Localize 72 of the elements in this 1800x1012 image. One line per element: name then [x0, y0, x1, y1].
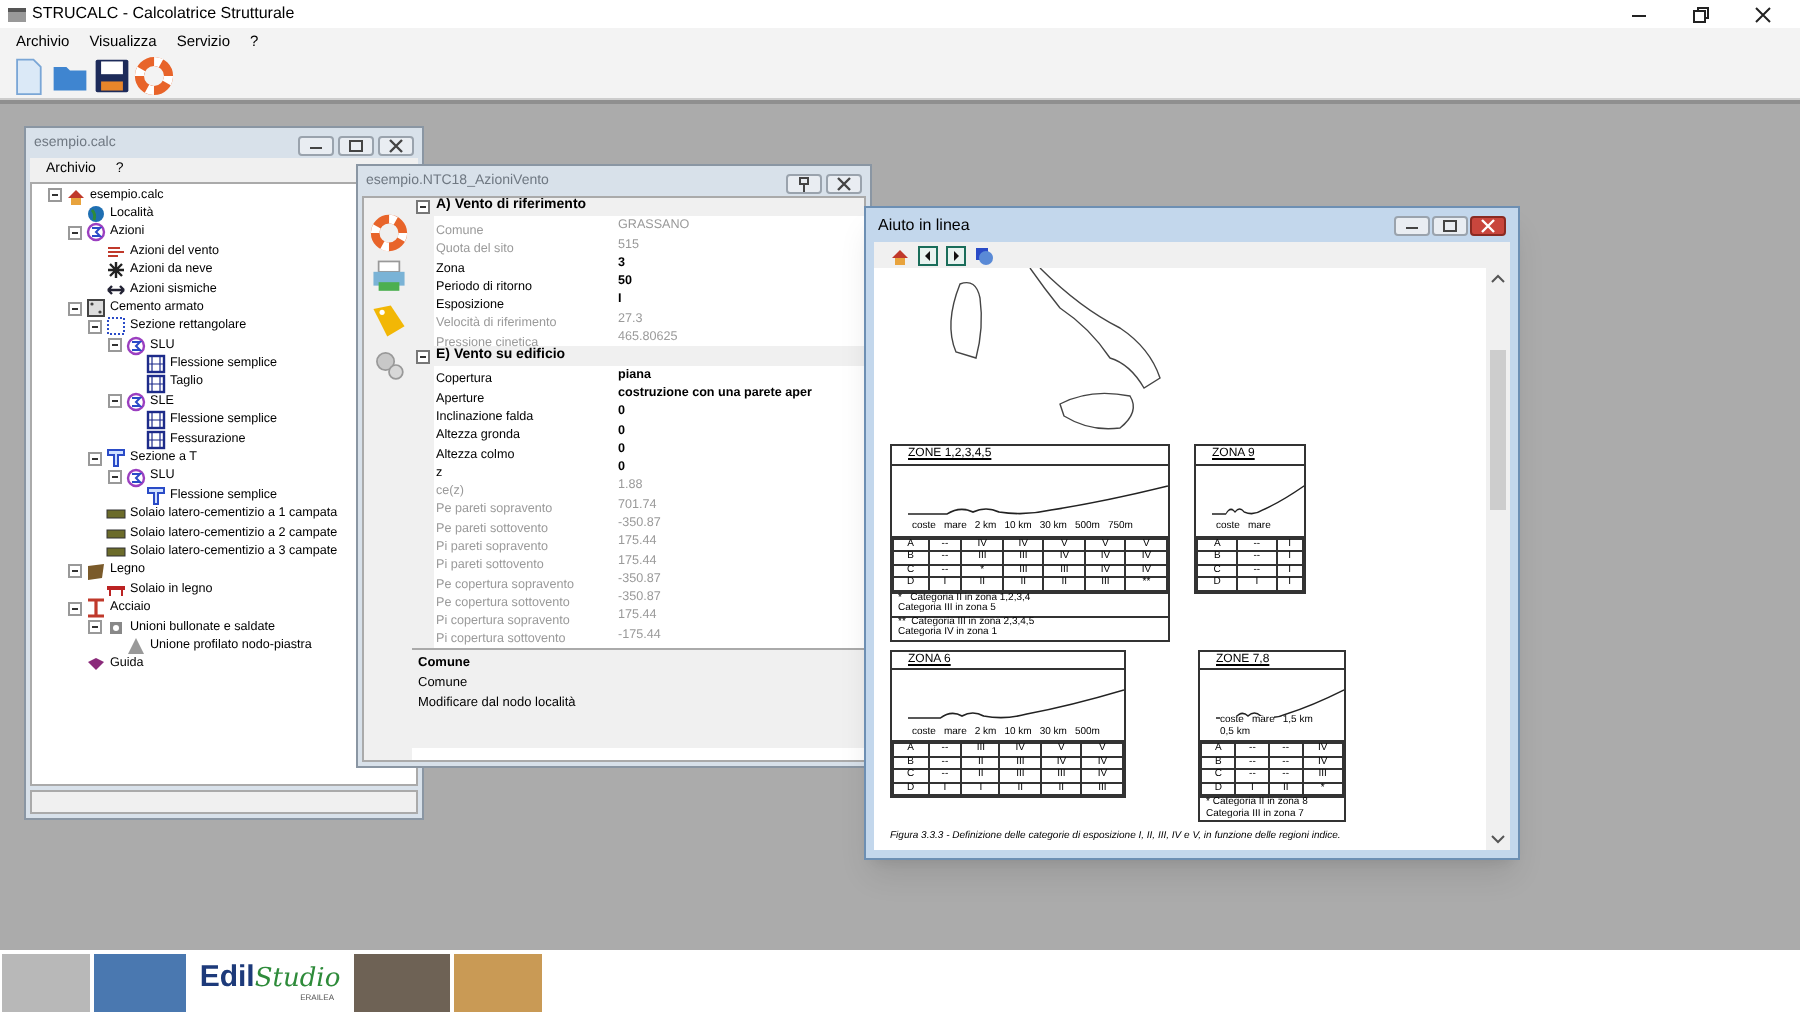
t-section-icon — [106, 448, 126, 469]
collapse-toggle[interactable] — [48, 188, 62, 203]
sigma-icon — [126, 392, 146, 412]
pin-button[interactable] — [786, 173, 822, 193]
restore-icon[interactable] — [1692, 5, 1710, 23]
window-title: STRUCALC - Calcolatrice Strutturale — [32, 2, 295, 26]
arrows-icon — [106, 279, 126, 300]
grid-icon — [146, 429, 166, 450]
close-glyph-icon — [832, 173, 856, 193]
collapse-toggle[interactable] — [68, 601, 82, 616]
grid-icon — [146, 373, 166, 394]
scrollbar[interactable] — [1486, 268, 1510, 850]
scroll-thumb[interactable] — [1490, 349, 1506, 509]
house-icon — [66, 185, 86, 206]
close-button[interactable] — [1470, 215, 1506, 235]
photo-placeholder — [94, 954, 186, 1012]
scroll-up-icon[interactable] — [1490, 272, 1506, 284]
i-beam-icon — [86, 598, 106, 619]
grid-icon — [146, 410, 166, 431]
close-icon[interactable] — [1754, 5, 1772, 23]
t-section-icon — [146, 485, 166, 506]
section-icon — [86, 298, 106, 319]
close-glyph-icon — [1476, 215, 1500, 235]
maximize-button[interactable] — [1432, 215, 1468, 235]
collapse-toggle[interactable] — [68, 301, 82, 316]
wind-icon — [106, 241, 126, 262]
collapse-toggle[interactable] — [88, 451, 102, 466]
photo-placeholder — [354, 954, 450, 1012]
collapse-toggle[interactable] — [416, 200, 430, 215]
minimize-button[interactable] — [298, 135, 334, 155]
collapse-toggle[interactable] — [88, 620, 102, 635]
sigma-icon — [86, 222, 106, 243]
logo-script-text: Studio — [254, 966, 341, 992]
photo-placeholder — [2, 954, 90, 1012]
printer-icon[interactable] — [369, 258, 407, 296]
max-glyph-icon — [1438, 215, 1462, 235]
globe-icon — [86, 204, 106, 225]
house-icon[interactable] — [890, 245, 910, 265]
forward-icon[interactable] — [946, 245, 966, 265]
max-glyph-icon — [344, 135, 368, 155]
logo-text: Edil — [199, 962, 255, 992]
slab-icon — [106, 504, 126, 525]
snowflake-icon — [106, 260, 126, 281]
close-glyph-icon — [384, 135, 408, 155]
back-icon[interactable] — [918, 245, 938, 265]
collapse-toggle[interactable] — [88, 319, 102, 334]
sigma-icon — [126, 335, 146, 356]
collapse-toggle[interactable] — [108, 470, 122, 485]
maximize-button[interactable] — [338, 135, 374, 155]
globe-icon[interactable] — [974, 245, 994, 265]
wood-icon — [86, 561, 106, 582]
section-icon — [106, 316, 126, 337]
close-button[interactable] — [378, 135, 414, 155]
close-button[interactable] — [826, 173, 862, 193]
lifebuoy-icon[interactable] — [369, 214, 407, 252]
window-title: Aiuto in linea — [878, 213, 970, 237]
photo-placeholder — [454, 954, 542, 1012]
collapse-toggle[interactable] — [68, 225, 82, 240]
collapse-toggle[interactable] — [108, 394, 122, 409]
book-icon — [86, 654, 106, 675]
slab-icon — [106, 542, 126, 563]
slab-icon — [106, 523, 126, 544]
collapse-toggle[interactable] — [68, 564, 82, 578]
collapse-toggle[interactable] — [416, 349, 430, 364]
minimize-button[interactable] — [1394, 215, 1430, 235]
plate-icon — [126, 636, 146, 657]
grid-icon — [146, 354, 166, 375]
collapse-toggle[interactable] — [108, 338, 122, 353]
app-icon — [8, 7, 26, 21]
bolt-icon — [106, 617, 126, 638]
scroll-down-icon[interactable] — [1490, 834, 1506, 846]
sigma-icon — [126, 467, 146, 488]
